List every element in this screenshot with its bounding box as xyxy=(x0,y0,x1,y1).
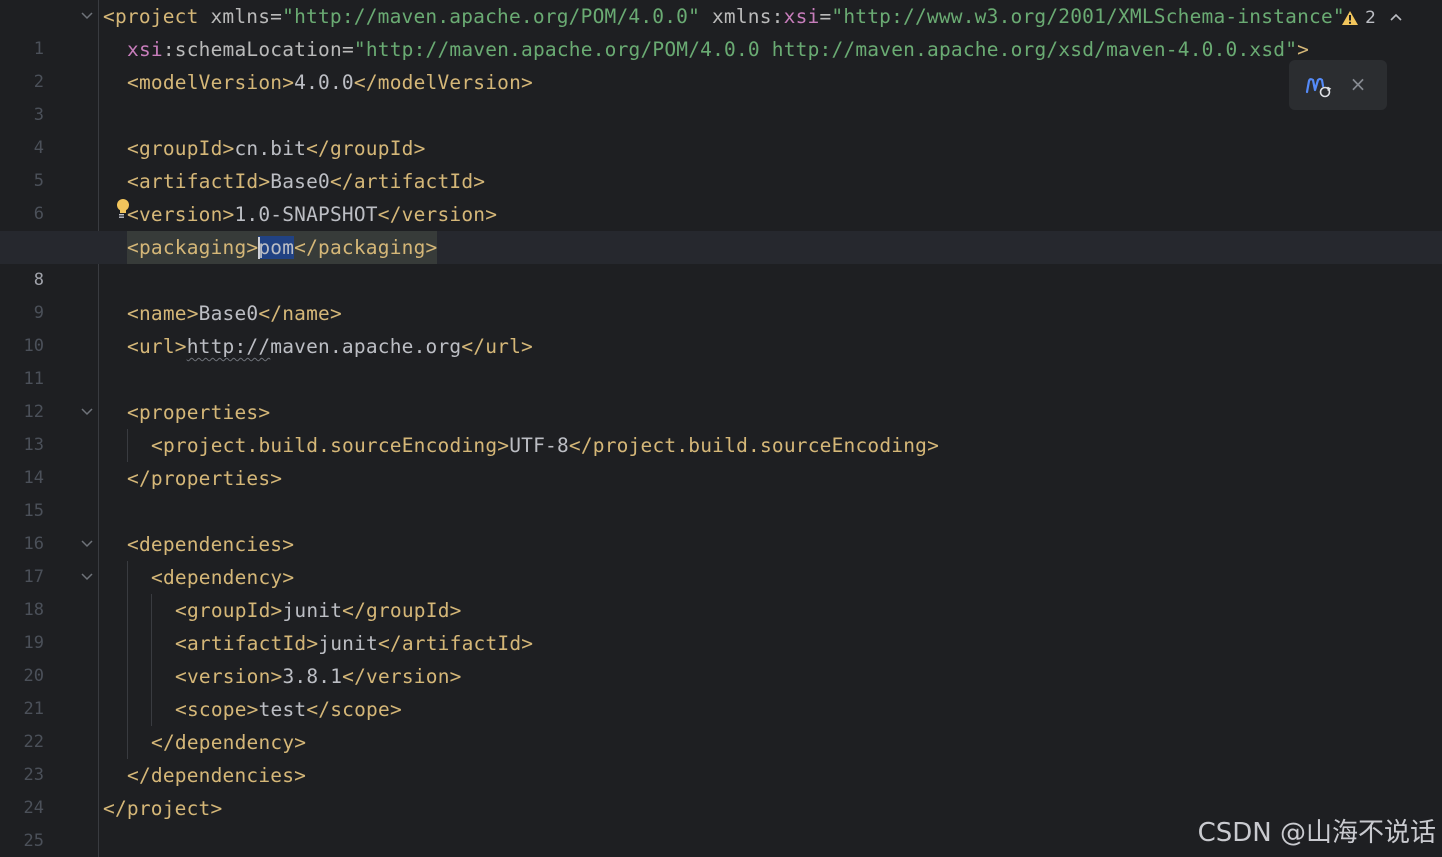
code-line[interactable]: 20 <artifactId>junit</artifactId> xyxy=(0,627,1442,686)
inspection-widget[interactable]: 2 xyxy=(1341,6,1404,30)
xml-tag: </project> xyxy=(103,797,223,820)
xml-tag: </dependency> xyxy=(151,731,307,754)
code-line[interactable]: 14 <project.build.sourceEncoding>UTF-8</… xyxy=(0,429,1442,488)
xml-text: cn.bit xyxy=(234,137,307,160)
xml-tag: <dependency> xyxy=(151,566,295,589)
code-line[interactable]: 22 <scope>test</scope> xyxy=(0,693,1442,752)
code-line[interactable]: 17 <dependencies> xyxy=(0,528,1442,587)
xml-namespace: xsi xyxy=(127,38,163,61)
maven-reload-icon[interactable] xyxy=(1303,72,1333,100)
xml-text: 3.8.1 xyxy=(282,665,343,688)
xml-tag: </dependencies> xyxy=(127,764,307,787)
code-line[interactable]: 16 xyxy=(0,495,1442,554)
xml-text: junit xyxy=(318,632,378,655)
maven-reload-popup: × xyxy=(1289,60,1387,110)
close-icon[interactable]: × xyxy=(1347,73,1369,95)
code-line[interactable]: 11 <url>http://maven.apache.org</url> xyxy=(0,330,1442,389)
selected-text[interactable]: pom xyxy=(258,236,295,259)
matched-tag-highlight: <packaging>pom</packaging> xyxy=(127,231,438,264)
xml-eq: = xyxy=(341,38,354,61)
xml-tag: <project xyxy=(103,5,199,28)
xml-tag: <project.build.sourceEncoding> xyxy=(151,434,510,457)
code-line[interactable]: 12 xyxy=(0,363,1442,422)
xml-tag: <version> xyxy=(127,203,235,226)
fold-chevron-icon[interactable] xyxy=(80,539,94,549)
xml-tag: </modelVersion> xyxy=(353,71,533,94)
xml-tag: </groupId> xyxy=(342,599,462,622)
xml-text: 1.0-SNAPSHOT xyxy=(234,203,378,226)
xml-text: maven.apache.org xyxy=(270,335,462,358)
xml-attr: :schemaLocation xyxy=(162,38,342,61)
xml-tag: <modelVersion> xyxy=(127,71,295,94)
code-line[interactable]: 7 <version>1.0-SNAPSHOT</version> xyxy=(0,198,1442,257)
code-editor[interactable]: 1 <project xmlns="http://maven.apache.or… xyxy=(0,0,1442,857)
xml-tag: <groupId> xyxy=(127,137,235,160)
xml-namespace: xsi xyxy=(783,5,820,28)
xml-text: UTF-8 xyxy=(509,434,569,457)
code-line[interactable]: 10 <name>Base0</name> xyxy=(0,297,1442,356)
code-line[interactable]: 1 <project xmlns="http://maven.apache.or… xyxy=(0,0,1442,59)
url-link-text[interactable]: http:// xyxy=(187,335,271,358)
xml-tag: <name> xyxy=(127,302,199,325)
xml-value: "http://www.w3.org/2001/XMLSchema-instan… xyxy=(831,5,1345,28)
xml-tag: </artifactId> xyxy=(329,170,486,193)
code-line[interactable]: 18 <dependency> xyxy=(0,561,1442,620)
xml-value: "http://maven.apache.org/POM/4.0.0" xyxy=(282,5,701,28)
xml-tag: </packaging> xyxy=(294,236,438,259)
code-line[interactable]: 5 <groupId>cn.bit</groupId> xyxy=(0,132,1442,191)
xml-colon: : xyxy=(771,5,784,28)
code-line[interactable]: 3 <modelVersion>4.0.0</modelVersion> xyxy=(0,66,1442,125)
xml-text: junit xyxy=(282,599,343,622)
xml-tag: <url> xyxy=(127,335,187,358)
text-caret xyxy=(258,236,261,259)
xml-tag: <groupId> xyxy=(175,599,283,622)
xml-tag: </version> xyxy=(377,203,498,226)
code-line[interactable]: 23 </dependency> xyxy=(0,726,1442,785)
code-line[interactable]: 13 <properties> xyxy=(0,396,1442,455)
xml-tag: </scope> xyxy=(306,698,402,721)
code-line[interactable]: 2 xsi:schemaLocation="http://maven.apach… xyxy=(0,33,1442,92)
xml-attr: xmlns xyxy=(198,5,271,28)
xml-text: 4.0.0 xyxy=(294,71,354,94)
lightbulb-icon[interactable] xyxy=(115,198,131,220)
xml-tag: </version> xyxy=(342,665,462,688)
code-line[interactable]: 24 </dependencies> xyxy=(0,759,1442,818)
warning-triangle-icon xyxy=(1342,11,1359,25)
xml-tag: </groupId> xyxy=(306,137,426,160)
xml-text: Base0 xyxy=(198,302,259,325)
code-line[interactable]: 15 </properties> xyxy=(0,462,1442,521)
xml-tag: <packaging> xyxy=(127,236,259,259)
xml-tag: </properties> xyxy=(127,467,283,490)
xml-text: Base0 xyxy=(270,170,330,193)
code-line-current[interactable]: 8 <packaging>pom</packaging> xyxy=(0,231,1442,290)
chevron-up-icon[interactable] xyxy=(1388,12,1404,24)
watermark: CSDN @山海不说话 xyxy=(1197,818,1436,848)
xml-tag: <scope> xyxy=(175,698,259,721)
xml-value: "http://maven.apache.org/POM/4.0.0 http:… xyxy=(353,38,1298,61)
code-line[interactable]: 9 xyxy=(0,264,1442,323)
xml-tag: </project.build.sourceEncoding> xyxy=(568,434,940,457)
fold-chevron-icon[interactable] xyxy=(80,407,94,417)
xml-eq: = xyxy=(819,5,832,28)
fold-chevron-icon[interactable] xyxy=(80,11,94,21)
xml-attr: xmlns xyxy=(700,5,772,28)
code-line[interactable]: 19 <groupId>junit</groupId> xyxy=(0,594,1442,653)
xml-eq: = xyxy=(270,5,283,28)
code-line[interactable]: 4 xyxy=(0,99,1442,158)
xml-tag: </url> xyxy=(461,335,533,358)
warning-count: 2 xyxy=(1365,8,1376,28)
xml-tag: </artifactId> xyxy=(377,632,534,655)
code-line[interactable]: 21 <version>3.8.1</version> xyxy=(0,660,1442,719)
xml-text: test xyxy=(258,698,307,721)
xml-tag: <dependencies> xyxy=(127,533,295,556)
code-line[interactable]: 6 <artifactId>Base0</artifactId> xyxy=(0,165,1442,224)
xml-tag: </name> xyxy=(258,302,342,325)
xml-tag: <artifactId> xyxy=(175,632,319,655)
xml-tag: > xyxy=(1297,38,1310,61)
xml-tag: <version> xyxy=(175,665,283,688)
xml-tag: <artifactId> xyxy=(127,170,271,193)
fold-chevron-icon[interactable] xyxy=(80,572,94,582)
xml-tag: <properties> xyxy=(127,401,271,424)
